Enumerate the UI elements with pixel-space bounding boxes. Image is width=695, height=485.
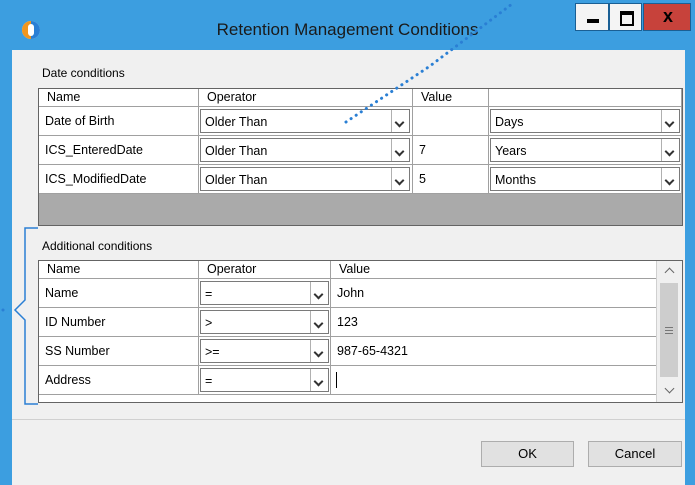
value-input[interactable]: John xyxy=(331,279,657,308)
operator-dropdown[interactable]: Older Than xyxy=(200,138,410,162)
minimize-icon xyxy=(587,19,599,23)
condition-name-cell: SS Number xyxy=(39,337,199,366)
close-button[interactable]: x xyxy=(643,3,691,31)
maximize-icon xyxy=(620,11,634,26)
condition-name-cell: Address xyxy=(39,366,199,395)
value-input[interactable] xyxy=(413,107,489,136)
date-conditions-grid: Name Operator Value Date of Birth Older … xyxy=(38,88,683,226)
date-conditions-label: Date conditions xyxy=(42,66,125,80)
date-header-name: Name xyxy=(39,89,199,107)
chevron-down-icon xyxy=(664,383,675,394)
operator-dropdown[interactable]: Older Than xyxy=(200,167,410,191)
chevron-down-icon xyxy=(394,175,405,186)
operator-dropdown[interactable]: Older Than xyxy=(200,109,410,133)
table-row[interactable]: ID Number > 123 xyxy=(39,308,657,337)
date-header-value: Value xyxy=(413,89,489,107)
minimize-button[interactable] xyxy=(575,3,609,31)
operator-dropdown[interactable]: > xyxy=(200,310,329,334)
condition-name-cell: Name xyxy=(39,279,199,308)
scroll-up-button[interactable] xyxy=(657,261,682,281)
condition-name-cell: ICS_EnteredDate xyxy=(39,136,199,165)
cancel-button[interactable]: Cancel xyxy=(588,441,682,467)
table-row[interactable]: ICS_EnteredDate Older Than 7 Years xyxy=(39,136,682,165)
chevron-down-icon xyxy=(394,117,405,128)
additional-header-operator: Operator xyxy=(199,261,331,279)
additional-grid-header: Name Operator Value xyxy=(39,261,657,279)
operator-dropdown[interactable]: >= xyxy=(200,339,329,363)
grip-icon xyxy=(665,327,673,328)
chevron-down-icon xyxy=(313,376,324,387)
text-caret xyxy=(336,372,337,388)
unit-dropdown[interactable]: Months xyxy=(490,167,680,191)
dialog-window: Retention Management Conditions x Date c… xyxy=(0,0,695,485)
condition-name-cell: Date of Birth xyxy=(39,107,199,136)
table-row[interactable]: SS Number >= 987-65-4321 xyxy=(39,337,657,366)
table-row[interactable]: ICS_ModifiedDate Older Than 5 Months xyxy=(39,165,682,194)
chevron-down-icon xyxy=(313,289,324,300)
table-row[interactable]: Date of Birth Older Than Days xyxy=(39,107,682,136)
unit-dropdown[interactable]: Days xyxy=(490,109,680,133)
date-header-unit xyxy=(489,89,682,107)
maximize-button[interactable] xyxy=(609,3,642,31)
additional-conditions-label: Additional conditions xyxy=(42,239,153,253)
ok-button[interactable]: OK xyxy=(481,441,574,467)
date-header-operator: Operator xyxy=(199,89,413,107)
chevron-down-icon xyxy=(313,318,324,329)
scroll-thumb[interactable] xyxy=(660,283,678,377)
table-row[interactable]: Address = xyxy=(39,366,657,395)
value-input[interactable]: 7 xyxy=(413,136,489,165)
condition-name-cell: ICS_ModifiedDate xyxy=(39,165,199,194)
chevron-down-icon xyxy=(313,347,324,358)
value-input[interactable]: 987-65-4321 xyxy=(331,337,657,366)
unit-dropdown[interactable]: Years xyxy=(490,138,680,162)
value-input[interactable]: 5 xyxy=(413,165,489,194)
chevron-down-icon xyxy=(664,117,675,128)
chevron-down-icon xyxy=(664,146,675,157)
scroll-down-button[interactable] xyxy=(657,382,682,402)
additional-conditions-grid: Name Operator Value Name = John ID Numbe… xyxy=(38,260,683,403)
operator-dropdown[interactable]: = xyxy=(200,368,329,392)
value-input-active[interactable] xyxy=(331,366,657,395)
footer-divider xyxy=(12,419,685,420)
additional-header-value: Value xyxy=(331,261,657,279)
close-icon: x xyxy=(662,6,673,26)
operator-dropdown[interactable]: = xyxy=(200,281,329,305)
chevron-down-icon xyxy=(394,146,405,157)
vertical-scrollbar[interactable] xyxy=(656,261,682,402)
window-border-right xyxy=(685,0,695,485)
chevron-down-icon xyxy=(664,175,675,186)
additional-header-name: Name xyxy=(39,261,199,279)
value-input[interactable]: 123 xyxy=(331,308,657,337)
table-row[interactable]: Name = John xyxy=(39,279,657,308)
window-border-left xyxy=(0,0,12,485)
chevron-up-icon xyxy=(664,267,675,278)
date-grid-header: Name Operator Value xyxy=(39,89,682,107)
condition-name-cell: ID Number xyxy=(39,308,199,337)
